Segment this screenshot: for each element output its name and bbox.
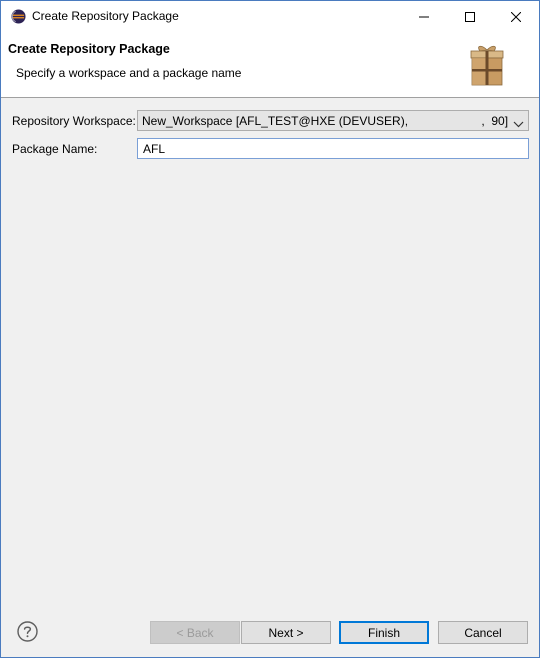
wizard-banner: Create Repository Package Specify a work… <box>1 32 539 98</box>
finish-button[interactable]: Finish <box>339 621 429 644</box>
wizard-title: Create Repository Package <box>8 42 170 56</box>
workspace-selected-value: New_Workspace [AFL_TEST@HXE (DEVUSER), ,… <box>142 114 509 128</box>
back-button[interactable]: < Back <box>150 621 240 644</box>
package-name-input[interactable] <box>137 138 529 159</box>
eclipse-icon <box>11 9 26 24</box>
title-bar: Create Repository Package <box>1 1 539 32</box>
chevron-down-icon <box>513 117 524 131</box>
dialog-window: Create Repository Package Create Reposit… <box>0 0 540 658</box>
wizard-description: Specify a workspace and a package name <box>16 66 242 80</box>
window-title: Create Repository Package <box>32 9 179 23</box>
close-icon <box>511 11 521 22</box>
cancel-button[interactable]: Cancel <box>438 621 528 644</box>
workspace-dropdown[interactable]: New_Workspace [AFL_TEST@HXE (DEVUSER), ,… <box>137 110 529 131</box>
help-icon[interactable] <box>16 620 39 643</box>
maximize-button[interactable] <box>447 1 493 32</box>
minimize-button[interactable] <box>401 1 447 32</box>
maximize-icon <box>465 11 475 22</box>
next-button[interactable]: Next > <box>241 621 331 644</box>
package-icon <box>467 42 507 88</box>
close-button[interactable] <box>493 1 539 32</box>
workspace-label: Repository Workspace: <box>12 114 136 128</box>
minimize-icon <box>419 16 429 17</box>
package-name-label: Package Name: <box>12 142 98 156</box>
